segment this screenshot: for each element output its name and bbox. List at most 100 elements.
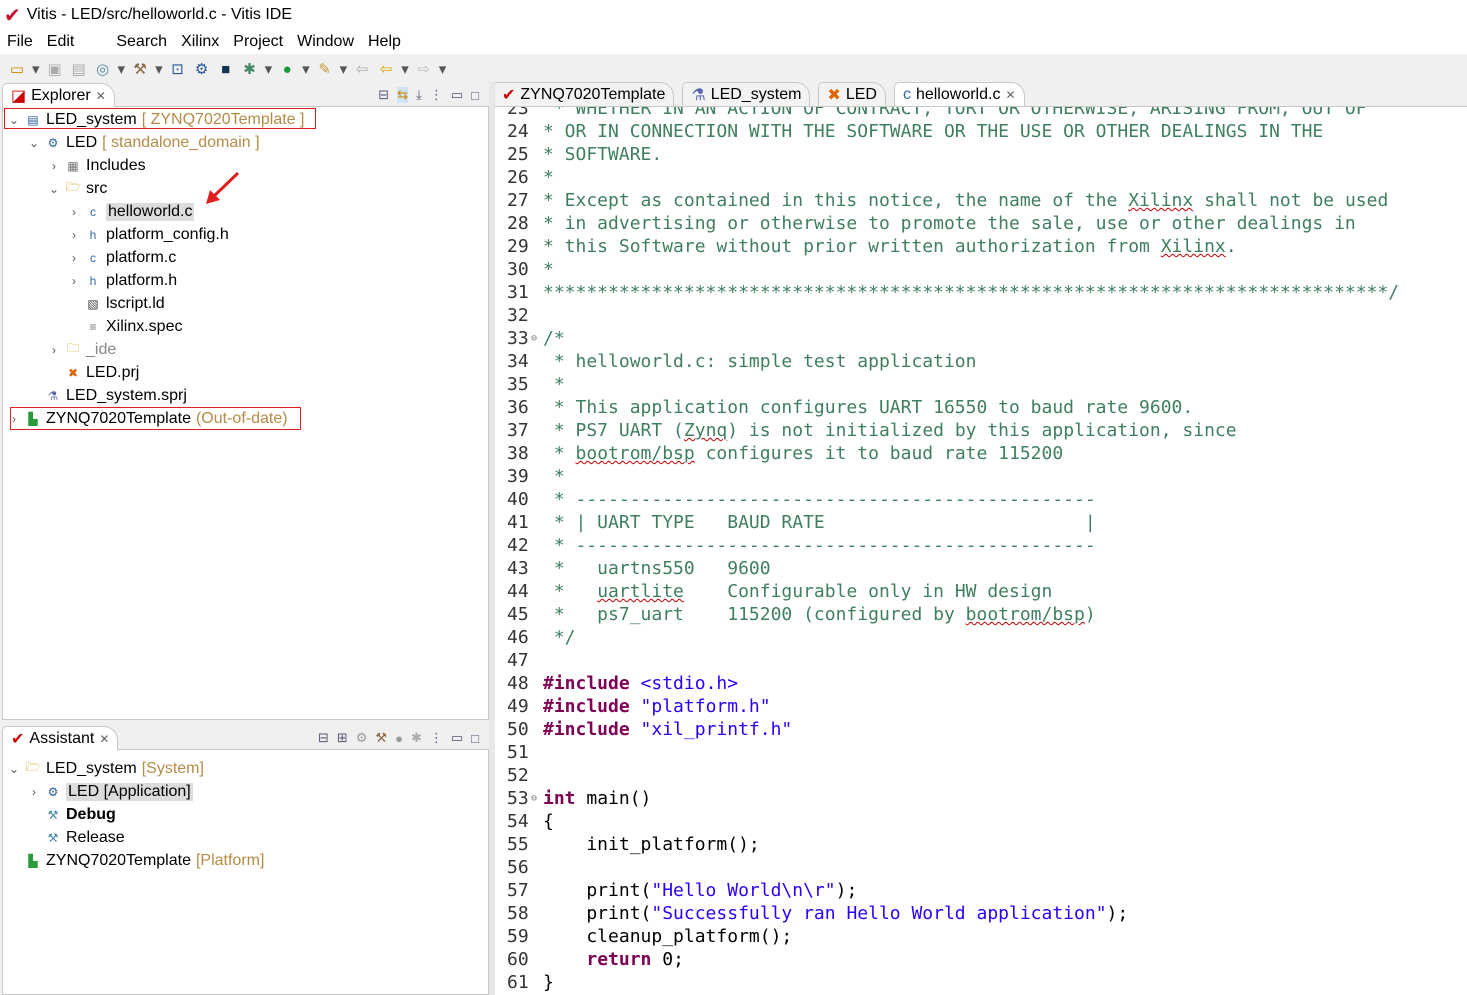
maximize-icon[interactable]: □ [471, 88, 479, 103]
tree-item[interactable]: › 🗀 _ide [48, 338, 116, 361]
menu-xilinx[interactable]: Xilinx [174, 33, 226, 51]
chevron-icon[interactable]: › [48, 343, 60, 357]
code-token: } [543, 972, 554, 993]
chevron-icon[interactable]: › [68, 228, 80, 242]
fold-toggle-icon[interactable]: ⊖ [531, 327, 537, 350]
menu-edit[interactable]: Edit [40, 33, 82, 51]
link-with-editor-icon[interactable]: ⇆ [397, 87, 409, 103]
tree-item-label: src [86, 179, 108, 197]
chevron-icon[interactable]: › [68, 274, 80, 288]
tree-item[interactable]: › ⚙ LED [Application] [28, 780, 193, 803]
tree-item[interactable]: › ▦ Includes [48, 154, 146, 177]
tree-item[interactable]: ▧ lscript.ld [68, 292, 164, 315]
dropdown-icon[interactable]: ▾ [401, 60, 409, 78]
run-icon[interactable]: ● [395, 731, 403, 746]
editor-tab-label: helloworld.c [915, 85, 1001, 103]
settings-gear-icon[interactable]: ⚙ [356, 730, 368, 746]
minimize-icon[interactable]: ▭ [451, 87, 463, 103]
save-all-icon[interactable]: ▤ [70, 60, 88, 78]
tree-item[interactable]: ⚒ Release [28, 826, 125, 849]
tree-item[interactable]: › c platform.c [68, 246, 176, 269]
debug-bug-icon[interactable]: ✱ [411, 730, 422, 746]
dropdown-icon[interactable]: ▾ [265, 60, 273, 78]
tree-item[interactable]: › h platform_config.h [68, 223, 229, 246]
maximize-icon[interactable]: □ [471, 731, 479, 746]
tree-item[interactable]: ▙ ZYNQ7020Template [Platform] [8, 849, 264, 872]
close-icon[interactable]: ✕ [96, 89, 106, 103]
menu-project[interactable]: Project [226, 33, 290, 51]
code-token: * | UART TYPE BAUD RATE | [543, 512, 1096, 533]
dropdown-icon[interactable]: ▾ [118, 60, 126, 78]
chevron-icon[interactable]: ⌄ [28, 136, 40, 150]
dropdown-icon[interactable]: ▾ [32, 60, 40, 78]
menu-window[interactable]: Window [290, 33, 361, 51]
fold-toggle-icon[interactable]: ⊖ [531, 787, 537, 810]
chevron-icon[interactable]: › [68, 251, 80, 265]
tree-item[interactable]: ⌄ ▤ LED_system[ ZYNQ7020Template ] [8, 108, 304, 131]
editor-tab-helloworld-c[interactable]: c helloworld.c ✕ [893, 82, 1025, 106]
chevron-icon[interactable]: › [8, 412, 20, 426]
close-icon[interactable]: ✕ [1005, 88, 1015, 102]
minimize-icon[interactable]: ▭ [451, 730, 463, 746]
program-device-icon[interactable]: ✎ [316, 60, 334, 78]
chevron-icon[interactable]: › [68, 205, 80, 219]
view-menu-icon[interactable]: ⋮ [430, 87, 443, 103]
tree-item[interactable]: › ▙ ZYNQ7020Template (Out-of-date) [8, 407, 288, 430]
chevron-icon[interactable]: › [48, 159, 60, 173]
dropdown-icon[interactable]: ▾ [439, 60, 447, 78]
line-number: 48 [507, 673, 529, 694]
application-chip-icon: ⚙ [47, 784, 59, 799]
tree-item[interactable]: › h platform.h [68, 269, 177, 292]
terminal-icon[interactable]: ⊡ [169, 60, 187, 78]
tree-item[interactable]: ⌄ 🗁 LED_system [System] [8, 757, 204, 780]
close-icon[interactable]: ✕ [99, 732, 109, 746]
target-icon[interactable]: ◎ [94, 60, 112, 78]
editor-tab-led[interactable]: ✖ LED [818, 82, 886, 106]
collapse-all-icon[interactable]: ⊟ [318, 730, 329, 746]
chevron-icon[interactable]: › [28, 785, 40, 799]
tree-item[interactable]: ✖ LED.prj [48, 361, 139, 384]
debug-bug-icon[interactable]: ✱ [241, 60, 259, 78]
xsct-icon[interactable]: ⚙ [193, 60, 211, 78]
collapse-all-icon[interactable]: ⊟ [378, 87, 389, 103]
tree-item[interactable]: ≡ Xilinx.spec [68, 315, 182, 338]
editor-tab-zynq7020template[interactable]: ✔ ZYNQ7020Template [493, 82, 675, 106]
chevron-icon[interactable]: ⌄ [8, 113, 20, 127]
tree-item[interactable]: ⌄ ⚙ LED[ standalone_domain ] [28, 131, 260, 154]
menu-file[interactable]: File [0, 33, 40, 51]
code-token: #include [543, 696, 630, 717]
chevron-icon[interactable]: ⌄ [8, 762, 20, 776]
forward-icon[interactable]: ⇨ [415, 60, 433, 78]
run-icon[interactable]: ● [278, 60, 296, 78]
last-edit-icon[interactable]: ⇦ [353, 60, 371, 78]
dropdown-icon[interactable]: ▾ [302, 60, 310, 78]
dropdown-icon[interactable]: ▾ [340, 60, 348, 78]
code-editor[interactable]: 23 * WHETHER IN AN ACTION OF CONTRACT, T… [495, 107, 1467, 995]
tree-item[interactable]: › c helloworld.c [68, 200, 195, 223]
dropdown-icon[interactable]: ▾ [155, 60, 163, 78]
import-icon[interactable]: ⤓ [416, 87, 422, 103]
tree-item[interactable]: ⚗ LED_system.sprj [28, 384, 187, 407]
new-icon[interactable]: ▭ [8, 60, 26, 78]
editor-tab-led-system[interactable]: ⚗ LED_system [682, 82, 811, 106]
save-icon[interactable]: ▣ [46, 60, 64, 78]
line-number: 52 [507, 765, 529, 786]
line-number: 39 [507, 466, 529, 487]
tree-item[interactable]: ⚒ Debug [28, 803, 116, 826]
menu-search[interactable]: Search [109, 33, 174, 51]
console-icon[interactable]: ■ [217, 60, 235, 78]
build-hammer-icon[interactable]: ⚒ [375, 730, 387, 746]
project-tools-icon: ✖ [827, 86, 841, 104]
tab-assistant[interactable]: ✔ Assistant ✕ [2, 726, 119, 750]
chevron-icon[interactable]: ⌄ [48, 182, 60, 196]
tree-item[interactable]: ⌄ 🗁 src [48, 177, 107, 200]
sash-divider[interactable] [489, 82, 495, 995]
tab-explorer[interactable]: ◪ Explorer ✕ [2, 83, 115, 107]
code-token: * [543, 581, 598, 602]
back-icon[interactable]: ⇦ [377, 60, 395, 78]
menu-help[interactable]: Help [361, 33, 408, 51]
line-number: 36 [507, 397, 529, 418]
expand-all-icon[interactable]: ⊞ [337, 730, 348, 746]
view-menu-icon[interactable]: ⋮ [430, 730, 443, 746]
build-hammer-icon[interactable]: ⚒ [131, 60, 149, 78]
